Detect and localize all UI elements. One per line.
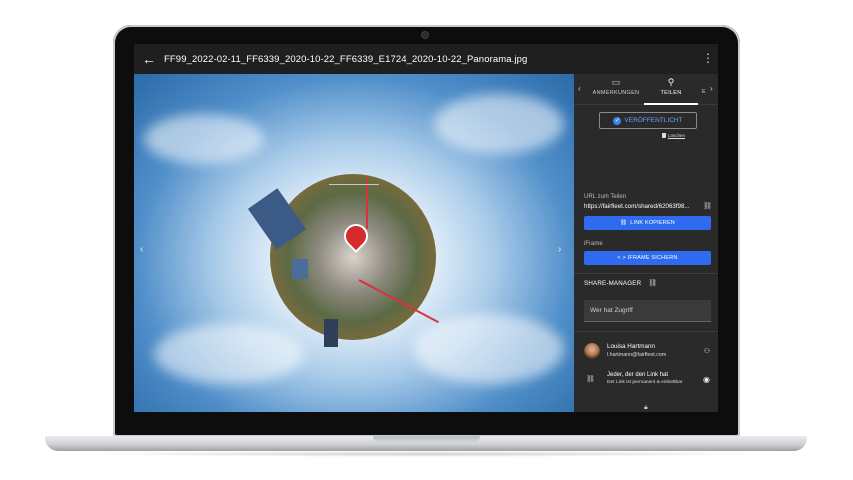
check-circle-icon: ✓	[613, 116, 622, 125]
person-add-icon: ⚲	[667, 77, 675, 87]
little-planet-image	[270, 174, 436, 340]
delete-link[interactable]: Löschen	[662, 133, 685, 138]
user-access-row[interactable]: Louisa Hartmann l.hartmann@fairfleet.com…	[584, 341, 712, 363]
laptop-notch	[373, 436, 480, 443]
link-access-row[interactable]: ⛓ Jeder, der den Link hat Der Link ist p…	[584, 370, 712, 392]
lock-icon: 🔒︎	[644, 404, 648, 411]
link-icon: ⛓	[648, 280, 658, 287]
chevron-left-icon[interactable]: ‹	[578, 84, 581, 93]
app-screen: ← FF99_2022-02-11_FF6339_2020-10-22_FF63…	[134, 44, 718, 412]
tab-e[interactable]: E	[700, 74, 708, 104]
building-image	[292, 259, 308, 279]
share-panel: ‹ ▭ ANMERKUNGEN ⚲ TEILEN E › ✓ VERÖFFENT…	[574, 74, 718, 412]
share-url: https://fairfleet.com/shared/62063f98...	[584, 203, 690, 210]
share-manager-title: SHARE-MANAGER ⛓	[584, 280, 658, 287]
cloud	[414, 314, 564, 384]
eye-icon[interactable]: ◉	[703, 375, 710, 384]
panorama-viewer[interactable]: ‹ ›	[134, 74, 574, 412]
tab-anmerkungen[interactable]: ▭ ANMERKUNGEN	[590, 74, 642, 104]
link-icon: ⛓	[620, 220, 628, 226]
cloud	[434, 94, 564, 154]
avatar	[584, 343, 600, 359]
panel-tabs: ‹ ▭ ANMERKUNGEN ⚲ TEILEN E ›	[574, 74, 718, 105]
file-title: FF99_2022-02-11_FF6339_2020-10-22_FF6339…	[164, 53, 528, 65]
divider	[574, 331, 718, 332]
comment-icon: ▭	[611, 77, 621, 87]
person-icon[interactable]: ⚇	[704, 347, 710, 355]
access-search-input[interactable]	[584, 300, 711, 322]
more-vertical-icon[interactable]: ⋮	[702, 52, 714, 64]
building-image	[324, 319, 338, 347]
chevron-left-icon[interactable]: ‹	[140, 244, 143, 255]
crane-image	[366, 179, 368, 229]
link-icon: ⛓	[586, 376, 595, 383]
trash-icon	[662, 133, 666, 138]
laptop-shadow	[70, 451, 782, 457]
cloud	[144, 114, 264, 164]
save-iframe-button[interactable]: < > IFRAME SICHERN	[584, 251, 711, 265]
tab-teilen[interactable]: ⚲ TEILEN	[644, 74, 698, 105]
cloud	[154, 324, 304, 384]
title-bar: ← FF99_2022-02-11_FF6339_2020-10-22_FF63…	[134, 44, 718, 74]
iframe-label: iFrame	[584, 241, 603, 247]
url-label: URL zum Teilen	[584, 194, 627, 200]
chevron-right-icon[interactable]: ›	[558, 244, 561, 255]
camera-icon	[422, 32, 428, 38]
divider	[574, 273, 718, 274]
published-status-button[interactable]: ✓ VERÖFFENTLICHT	[599, 112, 697, 129]
chevron-right-icon[interactable]: ›	[710, 84, 713, 93]
arrow-left-icon[interactable]: ←	[134, 51, 164, 67]
copy-link-button[interactable]: ⛓ LINK KOPIEREN	[584, 216, 711, 230]
link-icon[interactable]: ⛓	[703, 202, 712, 210]
crane-image	[329, 184, 379, 185]
